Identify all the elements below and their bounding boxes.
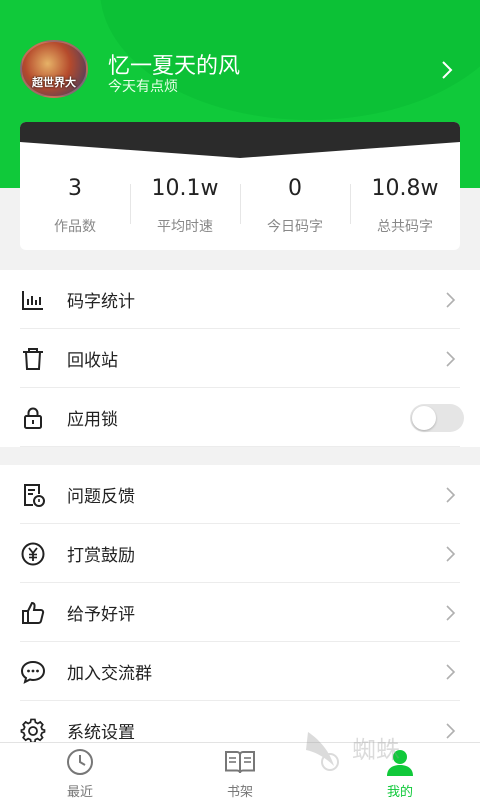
app-lock-toggle[interactable]	[410, 403, 464, 432]
menu-item-label: 打赏鼓励	[67, 546, 135, 566]
bar-chart-icon	[22, 290, 43, 310]
chevron-right-icon	[446, 486, 456, 503]
lock-icon	[24, 407, 42, 429]
stat-label: 总共码字	[377, 219, 433, 235]
tab-label: 最近	[66, 785, 93, 800]
chat-bubble-icon	[20, 660, 46, 684]
gear-icon	[20, 718, 46, 743]
stat-total-words: 10.8w 总共码字	[350, 176, 460, 236]
feedback-icon	[24, 483, 45, 507]
trash-icon	[23, 347, 43, 370]
watermark-text: 蜘蛛	[352, 736, 400, 764]
menu-item-label: 系统设置	[67, 723, 135, 743]
menu-item-join-group[interactable]: 加入交流群	[0, 642, 480, 701]
thumbs-up-icon	[22, 601, 45, 624]
menu-group-misc: 问题反馈 打赏鼓励 给予好评 加入交流群 系统设置	[0, 465, 480, 760]
yen-coin-icon	[21, 542, 45, 565]
menu-item-recycle-bin[interactable]: 回收站	[0, 329, 480, 388]
stat-label: 作品数	[54, 219, 96, 235]
stat-label: 今日码字	[267, 219, 323, 235]
chevron-right-icon	[446, 604, 456, 621]
signature: 今天有点烦	[108, 79, 178, 95]
watermark-logo: 蜘蛛	[306, 732, 400, 771]
menu-item-label: 应用锁	[67, 410, 118, 430]
tab-bookshelf[interactable]: 书架	[160, 743, 320, 800]
stat-today-words: 0 今日码字	[240, 176, 350, 236]
book-icon	[225, 751, 255, 774]
menu-item-label: 加入交流群	[67, 664, 152, 684]
menu-item-reward[interactable]: 打赏鼓励	[0, 524, 480, 583]
stat-label: 平均时速	[157, 219, 213, 235]
menu-item-app-lock: 应用锁	[0, 388, 480, 447]
stat-value: 3	[68, 176, 82, 201]
tab-recent[interactable]: 最近	[0, 743, 160, 800]
stats-card: 3 作品数 10.1w 平均时速 0 今日码字 10.8w 总共码字	[20, 122, 460, 250]
divider	[20, 446, 460, 447]
toggle-knob	[412, 405, 436, 430]
chevron-right-icon	[446, 545, 456, 562]
stat-value: 10.8w	[371, 176, 439, 201]
stat-value: 0	[288, 176, 302, 201]
menu-item-word-stats[interactable]: 码字统计	[0, 270, 480, 329]
menu-item-label: 给予好评	[67, 605, 135, 625]
stat-works: 3 作品数	[20, 176, 130, 236]
stat-avg-speed: 10.1w 平均时速	[130, 176, 240, 236]
clock-icon	[67, 749, 93, 775]
menu-item-rate[interactable]: 给予好评	[0, 583, 480, 642]
chevron-right-icon	[446, 663, 456, 680]
chevron-right-icon	[446, 350, 456, 367]
menu-item-feedback[interactable]: 问题反馈	[0, 465, 480, 524]
stat-value: 10.1w	[151, 176, 219, 201]
menu-group-tools: 码字统计 回收站 应用锁	[0, 270, 480, 447]
card-ribbon	[20, 122, 460, 158]
menu-item-label: 码字统计	[67, 292, 135, 312]
avatar[interactable]: 超世界大	[20, 40, 88, 98]
tab-label: 书架	[226, 785, 253, 800]
menu-item-label: 回收站	[67, 351, 118, 371]
tab-label: 我的	[386, 785, 413, 800]
chevron-right-icon	[446, 291, 456, 308]
avatar-caption: 超世界大	[32, 76, 76, 89]
profile-chevron-right-icon[interactable]	[437, 58, 457, 82]
menu-item-label: 问题反馈	[67, 487, 135, 507]
